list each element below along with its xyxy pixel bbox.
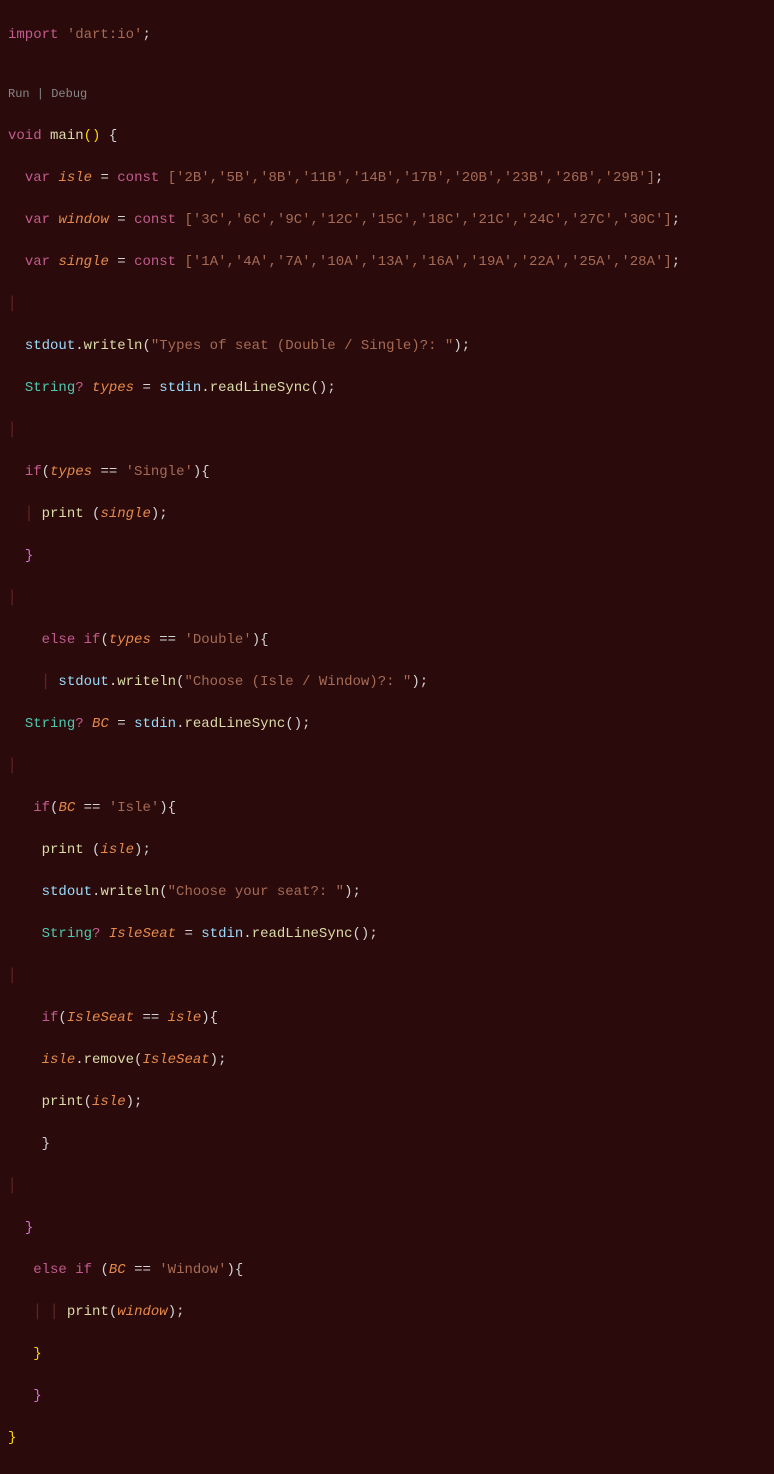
line-if-single: if(types == 'Single'){ — [8, 462, 774, 483]
line-close: } — [8, 1134, 774, 1155]
line-stdout-seat: stdout.writeln("Choose your seat?: "); — [8, 882, 774, 903]
line-var-window: var window = const ['3C','6C','9C','12C'… — [8, 210, 774, 231]
blank-line: │ — [8, 966, 774, 987]
line-var-single: var single = const ['1A','4A','7A','10A'… — [8, 252, 774, 273]
line-close: } — [8, 1344, 774, 1365]
line-isleseat-decl: String? IsleSeat = stdin.readLineSync(); — [8, 924, 774, 945]
line-if-isleseat: if(IsleSeat == isle){ — [8, 1008, 774, 1029]
line-else-if-double: else if(types == 'Double'){ — [8, 630, 774, 651]
line-if-isle: if(BC == 'Isle'){ — [8, 798, 774, 819]
line-bc-decl: String? BC = stdin.readLineSync(); — [8, 714, 774, 735]
line-close: } — [8, 1386, 774, 1407]
blank-line: │ — [8, 294, 774, 315]
code-editor[interactable]: import 'dart:io'; Run | Debug void main(… — [0, 0, 774, 1474]
codelens-run[interactable]: Run — [8, 87, 30, 101]
line-close: } — [8, 1218, 774, 1239]
line-print-window: │ │ print(window); — [8, 1302, 774, 1323]
blank-line: │ — [8, 756, 774, 777]
line-var-isle: var isle = const ['2B','5B','8B','11B','… — [8, 168, 774, 189]
line-main-decl: void main() { — [8, 126, 774, 147]
codelens-debug[interactable]: Debug — [51, 87, 87, 101]
line-stdout-choose: │ stdout.writeln("Choose (Isle / Window)… — [8, 672, 774, 693]
line-else-if-window: else if (BC == 'Window'){ — [8, 1260, 774, 1281]
line-import: import 'dart:io'; — [8, 25, 774, 46]
line-print-single: │ print (single); — [8, 504, 774, 525]
blank-line: │ — [8, 420, 774, 441]
line-print-isle2: print(isle); — [8, 1092, 774, 1113]
line-close-main: } — [8, 1428, 774, 1449]
line-close: } — [8, 546, 774, 567]
line-print-isle: print (isle); — [8, 840, 774, 861]
blank-line: │ — [8, 1176, 774, 1197]
line-stdout-types: stdout.writeln("Types of seat (Double / … — [8, 336, 774, 357]
line-types-decl: String? types = stdin.readLineSync(); — [8, 378, 774, 399]
codelens: Run | Debug — [8, 85, 774, 103]
blank-line: │ — [8, 588, 774, 609]
line-isle-remove: isle.remove(IsleSeat); — [8, 1050, 774, 1071]
